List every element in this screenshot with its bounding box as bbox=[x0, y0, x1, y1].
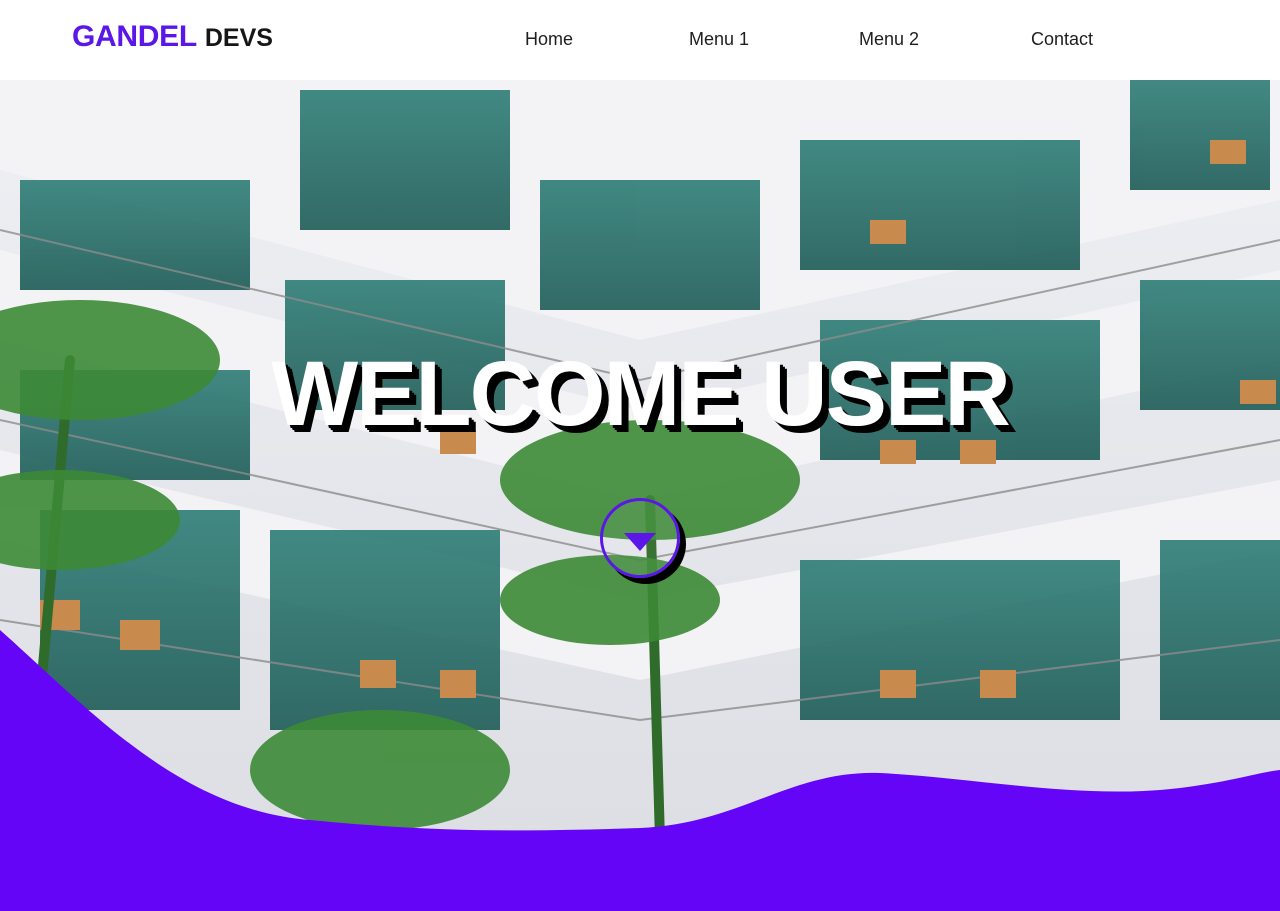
brand-primary: GANDEL bbox=[72, 20, 197, 53]
nav-menu-2[interactable]: Menu 2 bbox=[859, 29, 919, 50]
hero-title: WELCOME USER bbox=[271, 343, 1011, 445]
brand-logo[interactable]: GANDEL DEVS bbox=[72, 20, 273, 60]
scroll-down-button[interactable] bbox=[600, 498, 680, 578]
brand-secondary: DEVS bbox=[204, 24, 273, 52]
nav-home[interactable]: Home bbox=[525, 29, 573, 50]
nav-menu-1[interactable]: Menu 1 bbox=[689, 29, 749, 50]
hero-section: WELCOME USER bbox=[0, 80, 1280, 911]
navbar: GANDEL DEVS Home Menu 1 Menu 2 Contact bbox=[0, 0, 1280, 80]
chevron-down-icon bbox=[624, 533, 656, 551]
nav-contact[interactable]: Contact bbox=[1031, 29, 1093, 50]
hero-wave-divider bbox=[0, 630, 1280, 911]
